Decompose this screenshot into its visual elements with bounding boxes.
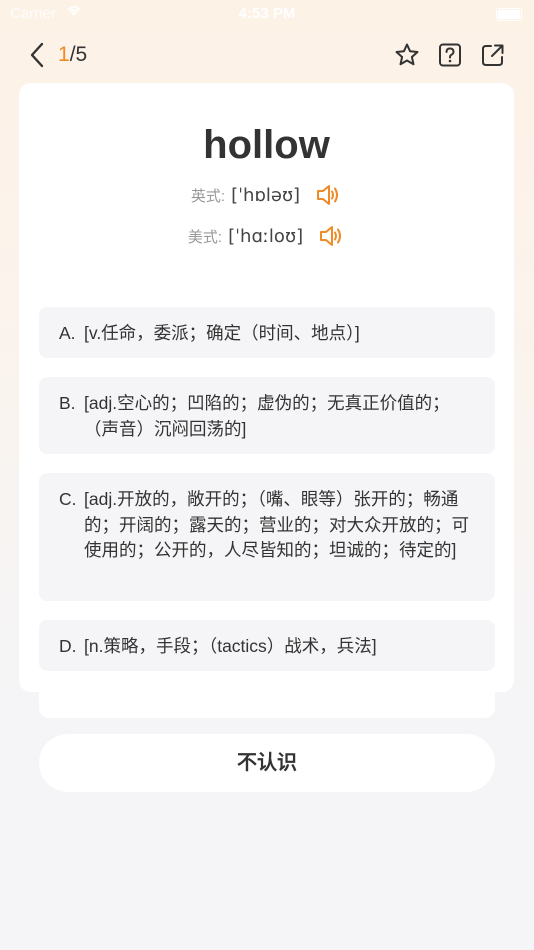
option-d[interactable]: D. [n.策略，手段；（tactics）战术，兵法] [39, 620, 495, 671]
dont-know-button[interactable]: 不认识 [39, 734, 495, 792]
option-letter: B. [59, 393, 76, 413]
star-icon[interactable] [394, 42, 420, 68]
us-phonetic: [ˈhɑːloʊ] [228, 225, 304, 247]
option-letter: A. [59, 323, 76, 343]
speaker-icon[interactable] [319, 224, 345, 248]
battery-icon [496, 8, 522, 21]
option-c[interactable]: C. [adj.开放的，敞开的；（嘴、眼等）张开的；畅通的；开阔的；露天的；营业… [39, 473, 495, 601]
uk-pronunciation: 英式: [ˈhɒləʊ] [19, 183, 514, 209]
option-letter: D. [59, 636, 77, 656]
option-definition: [v.任命，委派；确定（时间、地点）] [84, 323, 360, 343]
back-chevron-icon[interactable] [26, 42, 50, 68]
option-b[interactable]: B. [adj.空心的；凹陷的；虚伪的；无真正价值的；（声音）沉闷回荡的] [39, 377, 495, 454]
option-definition: [adj.空心的；凹陷的；虚伪的；无真正价值的；（声音）沉闷回荡的] [84, 393, 450, 439]
word-title: hollow [203, 123, 330, 167]
share-icon[interactable] [480, 42, 506, 68]
progress-total: /5 [69, 43, 88, 66]
uk-label: 英式: [190, 187, 226, 205]
status-bar: Carrier 4:53 PM [0, 0, 534, 30]
progress-counter: 1/5 [58, 43, 87, 67]
speaker-icon[interactable] [316, 183, 342, 207]
progress-current: 1 [58, 43, 70, 66]
uk-phonetic: [ˈhɒləʊ] [231, 184, 301, 206]
us-pronunciation: 美式: [ˈhɑːloʊ] [19, 224, 514, 250]
option-definition: [adj.开放的，敞开的；（嘴、眼等）张开的；畅通的；开阔的；露天的；营业的；对… [84, 489, 469, 560]
clock: 4:53 PM [238, 5, 296, 22]
us-label: 美式: [187, 228, 223, 246]
option-letter: C. [59, 489, 77, 509]
question-card: hollow 英式: [ˈhɒləʊ] 美式: [ˈhɑːloʊ] A. [v.… [19, 83, 514, 692]
nav-bar: 1/5 [0, 34, 534, 76]
option-definition: [n.策略，手段；（tactics）战术，兵法] [84, 636, 377, 656]
option-a[interactable]: A. [v.任命，委派；确定（时间、地点）] [39, 307, 495, 358]
help-icon[interactable] [437, 42, 463, 68]
